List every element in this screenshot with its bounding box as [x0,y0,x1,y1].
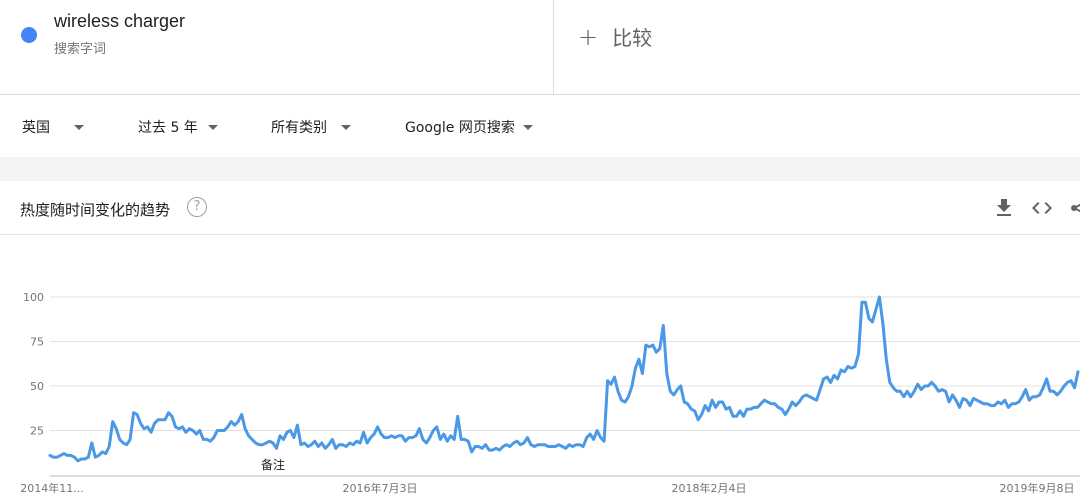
search-type-label: Google 网页搜索 [405,120,515,136]
category-label: 所有类别 [271,120,327,136]
y-tick-label: 75 [30,336,44,349]
card-header: 热度随时间变化的趋势 ? [0,181,1080,235]
y-tick-label: 50 [30,380,44,393]
dropdown-arrow-icon [74,124,84,130]
term-name[interactable]: wireless charger [54,11,185,32]
annotation-label[interactable]: 备注 [261,457,285,472]
time-range-dropdown[interactable]: 过去 5 年 [138,117,218,137]
x-tick-label: 2016年7月3日 [343,481,418,495]
term-color-dot [21,27,37,43]
help-icon[interactable]: ? [187,197,207,217]
time-range-label: 过去 5 年 [138,120,198,136]
interest-over-time-card: 热度随时间变化的趋势 ? 25 50 75 100 2014年11... 2016年7月… [0,181,1080,502]
card-title: 热度随时间变化的趋势 [20,201,171,219]
compare-label: 比较 [612,26,653,50]
embed-icon[interactable] [1030,196,1054,220]
plus-icon: + [578,22,599,51]
dropdown-arrow-icon [341,124,351,130]
dropdown-arrow-icon [207,124,218,130]
category-dropdown[interactable]: 所有类别 [271,117,351,137]
x-tick-label: 2019年9月8日 [1000,481,1075,495]
x-tick-label: 2014年11... [20,481,83,495]
dropdown-arrow-icon [522,124,533,130]
search-type-dropdown[interactable]: Google 网页搜索 [405,117,533,137]
filter-bar: 英国 过去 5 年 所有类别 Google 网页搜索 [0,95,1080,157]
search-term-card[interactable]: wireless charger 搜索字词 [0,0,554,95]
download-icon[interactable] [992,196,1016,220]
share-icon[interactable] [1068,196,1080,220]
term-bar: wireless charger 搜索字词 + 比较 [0,0,1080,95]
y-tick-label: 25 [30,425,44,438]
term-subtitle: 搜索字词 [54,42,107,57]
series-line[interactable] [48,295,1080,463]
x-tick-label: 2018年2月4日 [672,481,747,495]
section-divider [0,157,1080,181]
compare-button[interactable]: + 比较 [578,22,652,51]
y-tick-label: 100 [23,291,44,304]
trend-chart[interactable]: 25 50 75 100 2014年11... 2016年7月3日 2018年2月4日 20… [0,235,1080,502]
region-label: 英国 [22,120,50,136]
region-dropdown[interactable]: 英国 [22,117,84,137]
